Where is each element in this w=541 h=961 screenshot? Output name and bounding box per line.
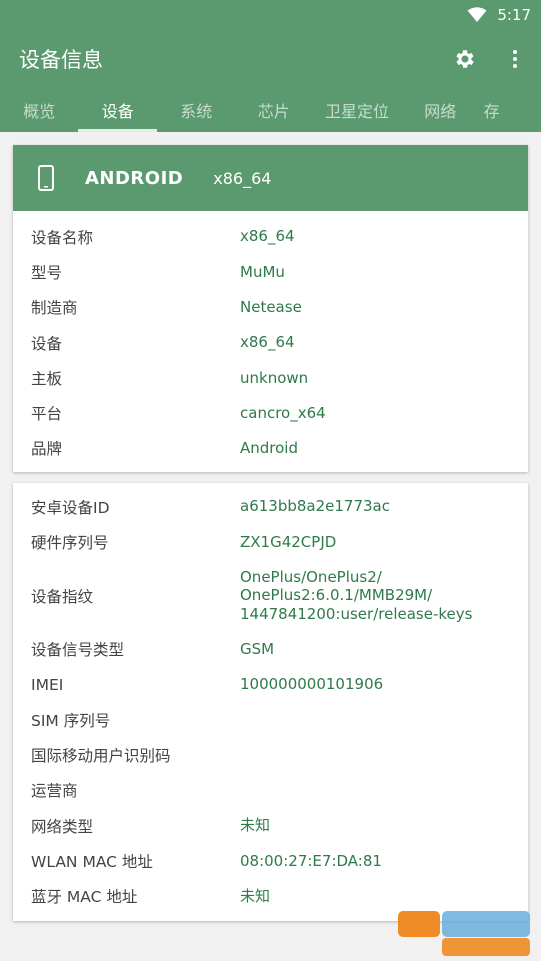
tab-network[interactable]: 网络 — [402, 88, 479, 132]
row-key: 主板 — [31, 369, 63, 388]
row-value: unknown — [240, 368, 309, 387]
row-value: Netease — [240, 297, 302, 316]
row-key: IMEI — [31, 675, 64, 694]
device-info-row: 品牌 Android — [13, 431, 528, 466]
row-value: GSM — [240, 639, 275, 658]
row-value: Android — [240, 439, 298, 458]
tab-label: 卫星定位 — [325, 102, 390, 121]
tab-label: 概览 — [23, 102, 56, 121]
device-info-row: 设备 x86_64 — [13, 325, 528, 360]
tab-label: 设备 — [101, 102, 134, 121]
device-arch: x86_64 — [213, 168, 272, 188]
identity-info-card: 安卓设备ID a613bb8a2e1773ac 硬件序列号 ZX1G42CPJD 设备指… — [13, 483, 528, 921]
row-value: x86_64 — [240, 227, 295, 246]
identity-info-row: 硬件序列号 ZX1G42CPJD — [13, 524, 528, 559]
row-key: 设备名称 — [31, 228, 94, 247]
watermark-logo — [398, 911, 530, 956]
identity-info-row: 运营商 — [13, 773, 528, 808]
row-key: 蓝牙 MAC 地址 — [31, 888, 138, 907]
row-key: 网络类型 — [31, 817, 94, 836]
row-value: 未知 — [240, 887, 271, 906]
row-value: a613bb8a2e1773ac — [240, 497, 390, 516]
row-key: 制造商 — [31, 299, 78, 318]
identity-info-row: IMEI 100000000101906 — [13, 667, 528, 702]
row-key: 安卓设备ID — [31, 498, 110, 517]
tab-label: 网络 — [424, 102, 457, 121]
identity-info-row: SIM 序列号 — [13, 702, 528, 737]
tab-overview[interactable]: 概览 — [0, 88, 78, 132]
row-key: 设备 — [31, 334, 63, 353]
device-info-card: ANDROID x86_64 设备名称 x86_64 型号 MuMu 制造商 Neteas… — [13, 145, 528, 472]
identity-info-row: 蓝牙 MAC 地址 未知 — [13, 879, 528, 914]
row-key: 设备信号类型 — [31, 641, 125, 660]
tab-bar: 概览 设备 系统 芯片 卫星定位 网络 存 — [0, 88, 541, 132]
status-bar: 5:17 — [0, 0, 541, 30]
tab-storage[interactable]: 存 — [479, 88, 541, 132]
device-info-row: 型号 MuMu — [13, 254, 528, 289]
row-key: 平台 — [31, 405, 63, 424]
tab-gps[interactable]: 卫星定位 — [312, 88, 402, 132]
identity-info-row: 国际移动用户识别码 — [13, 737, 528, 772]
tab-device[interactable]: 设备 — [78, 88, 158, 132]
status-time: 5:17 — [497, 6, 531, 24]
device-brand: ANDROID — [85, 167, 184, 189]
identity-info-row: 设备信号类型 GSM — [13, 632, 528, 667]
identity-info-row: WLAN MAC 地址 08:00:27:E7:DA:81 — [13, 843, 528, 878]
tab-label: 存 — [483, 102, 500, 121]
page-title: 设备信息 — [19, 48, 103, 72]
tab-label: 系统 — [180, 102, 213, 121]
identity-info-row: 网络类型 未知 — [13, 808, 528, 843]
app-bar: 设备信息 — [0, 30, 541, 88]
device-info-row: 主板 unknown — [13, 360, 528, 395]
row-key: 型号 — [31, 263, 63, 282]
row-key: WLAN MAC 地址 — [31, 853, 153, 872]
row-key: 国际移动用户识别码 — [31, 747, 171, 766]
row-value: cancro_x64 — [240, 403, 326, 422]
smartphone-icon — [38, 165, 54, 191]
row-key: SIM 序列号 — [31, 711, 111, 730]
identity-info-row: 安卓设备ID a613bb8a2e1773ac — [13, 489, 528, 524]
settings-gear-icon[interactable] — [453, 47, 477, 71]
row-value: 未知 — [240, 816, 271, 835]
device-header: ANDROID x86_64 — [13, 145, 528, 211]
row-key: 硬件序列号 — [31, 533, 109, 552]
row-value: 100000000101906 — [240, 675, 384, 694]
device-info-row: 制造商 Netease — [13, 290, 528, 325]
row-key: 品牌 — [31, 440, 63, 459]
row-value: OnePlus/OnePlus2/ OnePlus2:6.0.1/MMB29M/… — [240, 567, 473, 623]
device-info-row: 设备名称 x86_64 — [13, 219, 528, 254]
wifi-icon — [467, 7, 487, 22]
row-value: MuMu — [240, 262, 285, 281]
identity-rows: 安卓设备ID a613bb8a2e1773ac 硬件序列号 ZX1G42CPJD 设备指… — [13, 483, 528, 914]
row-value: 08:00:27:E7:DA:81 — [240, 851, 382, 870]
row-value: ZX1G42CPJD — [240, 532, 337, 551]
identity-info-row: 设备指纹 OnePlus/OnePlus2/ OnePlus2:6.0.1/MMB… — [13, 560, 528, 632]
row-value: x86_64 — [240, 333, 295, 352]
row-key: 设备指纹 — [31, 587, 94, 606]
more-options-icon[interactable] — [503, 47, 527, 71]
tab-label: 芯片 — [257, 102, 290, 121]
device-rows: 设备名称 x86_64 型号 MuMu 制造商 Netease 设备 x86_64 主板 unkn… — [13, 211, 528, 466]
tab-system[interactable]: 系统 — [157, 88, 235, 132]
row-key: 运营商 — [31, 782, 78, 801]
device-info-row: 平台 cancro_x64 — [13, 395, 528, 430]
tab-chip[interactable]: 芯片 — [235, 88, 312, 132]
